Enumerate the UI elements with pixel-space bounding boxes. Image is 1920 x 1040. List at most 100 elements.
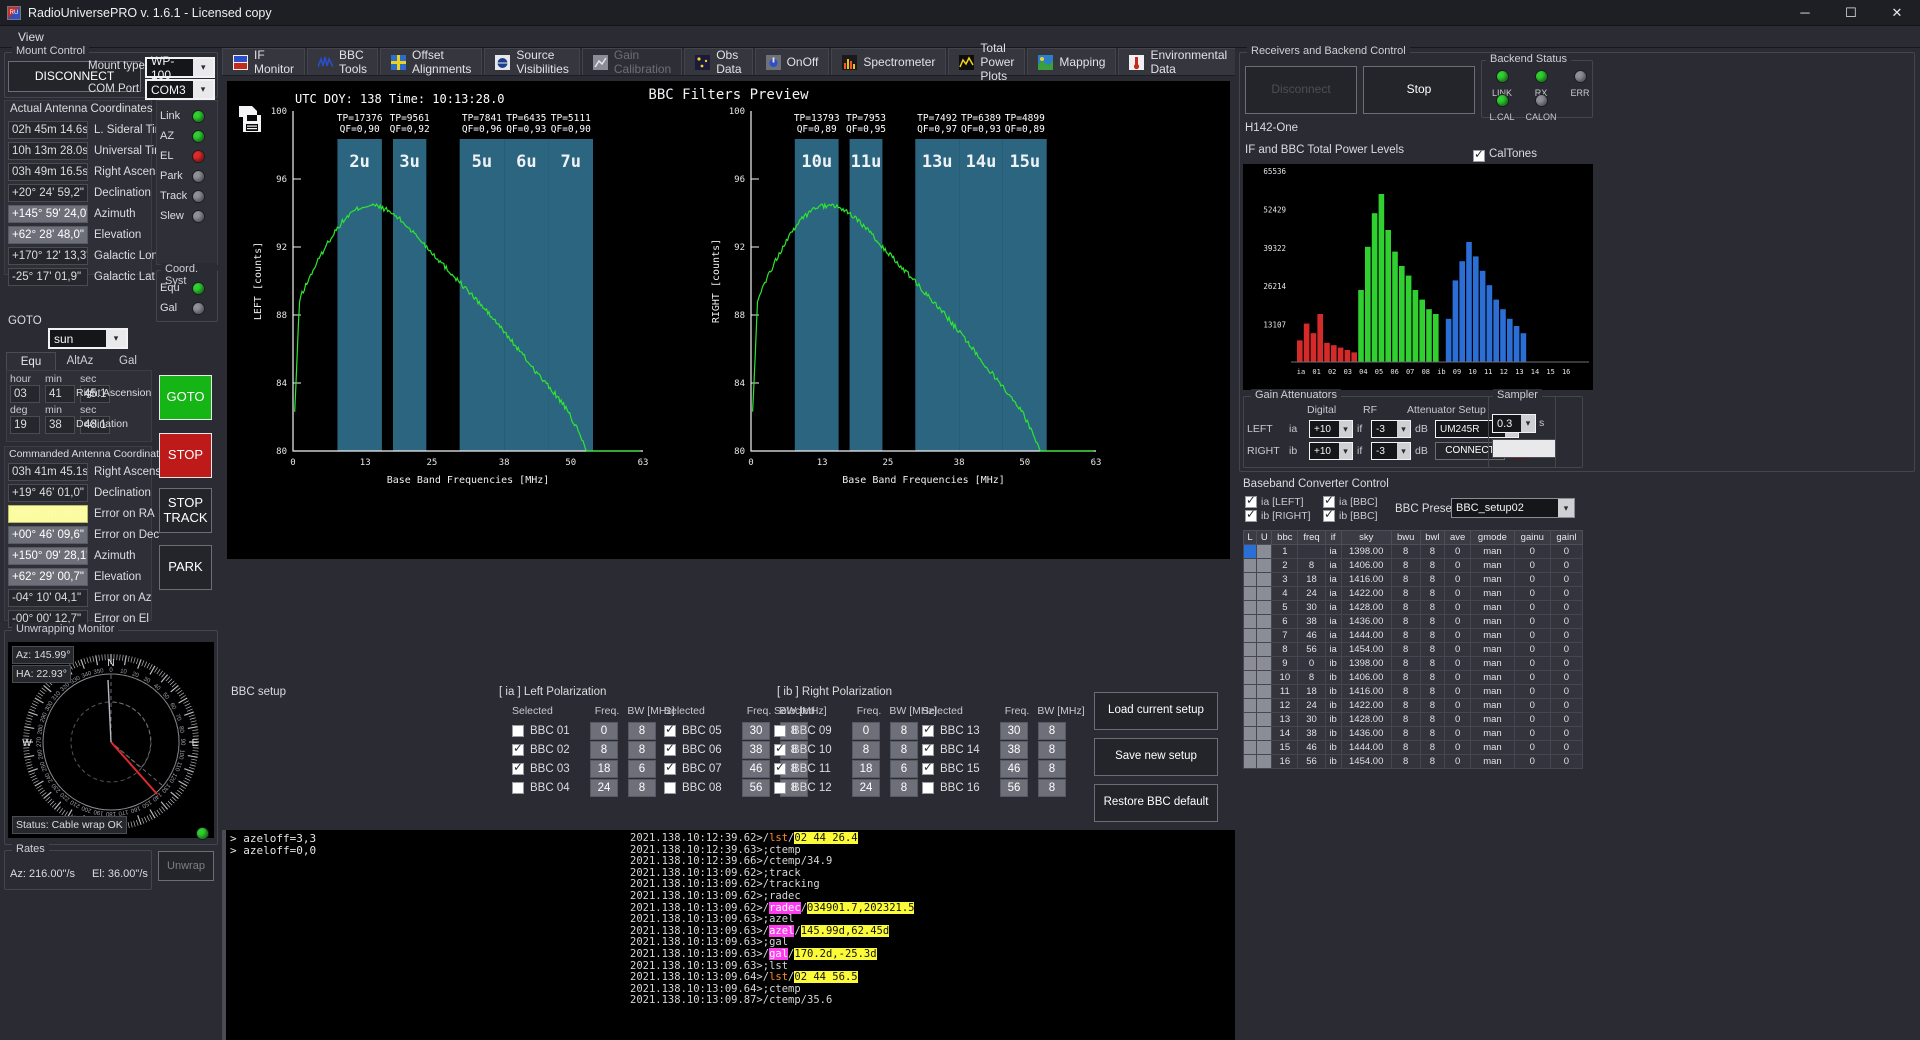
bbc-left-freq[interactable]: 56 xyxy=(742,778,770,797)
row-u-selector[interactable] xyxy=(1256,544,1273,559)
cell-bwu[interactable]: 8 xyxy=(1390,656,1421,671)
bbc-right-bw[interactable]: 6 xyxy=(890,759,918,778)
command-input-console[interactable]: > azeloff=3,3 > azeloff=0,0 xyxy=(222,830,626,1040)
cell-bbc[interactable]: 14 xyxy=(1271,726,1299,741)
bbc-left-freq[interactable]: 8 xyxy=(590,740,618,759)
cell-freq[interactable]: 46 xyxy=(1297,740,1326,755)
cell-bwl[interactable]: 8 xyxy=(1419,656,1446,671)
baseband-converter-table[interactable]: L Ubbc freq if sky bwu bwl ave gmode gainu gainl 1 i… xyxy=(1242,530,1584,769)
cell-bwl[interactable]: 8 xyxy=(1419,754,1446,769)
cell-gainu[interactable]: 0 xyxy=(1513,726,1551,741)
row-u-selector[interactable] xyxy=(1256,572,1273,587)
bbc-right-freq[interactable]: 18 xyxy=(852,759,880,778)
cell-gainl[interactable]: 0 xyxy=(1549,642,1584,657)
cell-bwl[interactable]: 8 xyxy=(1419,698,1446,713)
restore-bbc-default-button[interactable]: Restore BBC default xyxy=(1094,784,1218,822)
row-u-selector[interactable] xyxy=(1256,586,1273,601)
cell-gainu[interactable]: 0 xyxy=(1513,656,1551,671)
cell-bwu[interactable]: 8 xyxy=(1390,684,1421,699)
cell-freq[interactable]: 38 xyxy=(1297,726,1326,741)
backend-disconnect-button[interactable]: Disconnect xyxy=(1245,66,1357,114)
cell-bwl[interactable]: 8 xyxy=(1419,558,1446,573)
cell-if[interactable]: ia xyxy=(1324,600,1342,615)
row-u-selector[interactable] xyxy=(1256,712,1273,727)
goto-dec-input[interactable]: 19 xyxy=(10,416,40,434)
cell-gainl[interactable]: 0 xyxy=(1549,712,1584,727)
table-row[interactable]: 15 46 ib 1444.00 8 8 0 man 0 0 xyxy=(1242,740,1584,755)
row-u-selector[interactable] xyxy=(1256,656,1273,671)
tab-obs-data[interactable]: Obs Data xyxy=(684,48,753,76)
cell-gainl[interactable]: 0 xyxy=(1549,726,1584,741)
table-row[interactable]: 11 18 ib 1416.00 8 8 0 man 0 0 xyxy=(1242,684,1584,699)
cell-if[interactable]: ib xyxy=(1324,670,1342,685)
unwrap-button[interactable]: Unwrap xyxy=(158,851,214,881)
goto-ra-input[interactable]: 03 xyxy=(10,385,40,403)
cell-bbc[interactable]: 8 xyxy=(1271,642,1299,657)
cell-gmode[interactable]: man xyxy=(1470,628,1515,643)
bbc-right-checkbox[interactable] xyxy=(774,724,786,737)
cell-bwl[interactable]: 8 xyxy=(1419,642,1446,657)
bbc-right-checkbox[interactable] xyxy=(922,761,934,775)
cell-gmode[interactable]: man xyxy=(1470,754,1515,769)
cell-bbc[interactable]: 6 xyxy=(1271,614,1299,629)
cell-bwu[interactable]: 8 xyxy=(1390,572,1421,587)
bbc-right-checkbox[interactable] xyxy=(774,761,786,775)
table-row[interactable]: 4 24 ia 1422.00 8 8 0 man 0 0 xyxy=(1242,586,1584,601)
cell-bbc[interactable]: 1 xyxy=(1271,544,1299,559)
cell-ave[interactable]: 0 xyxy=(1444,754,1472,769)
bbc-right-freq[interactable]: 30 xyxy=(1000,721,1028,740)
bbc-right-bw[interactable]: 8 xyxy=(890,721,918,740)
cell-if[interactable]: ib xyxy=(1324,656,1342,671)
tab-spectrometer[interactable]: Spectrometer xyxy=(831,48,947,75)
cell-if[interactable]: ia xyxy=(1324,614,1342,629)
cell-ave[interactable]: 0 xyxy=(1444,698,1472,713)
table-row[interactable]: 1 ia 1398.00 8 8 0 man 0 0 xyxy=(1242,544,1584,559)
cell-if[interactable]: ia xyxy=(1324,642,1342,657)
cell-ave[interactable]: 0 xyxy=(1444,642,1472,657)
cell-gmode[interactable]: man xyxy=(1470,614,1515,629)
cell-ave[interactable]: 0 xyxy=(1444,656,1472,671)
save-document-icon[interactable] xyxy=(237,104,265,134)
cell-gainu[interactable]: 0 xyxy=(1513,544,1551,559)
goto-ra-input[interactable]: 41 xyxy=(45,385,75,403)
table-row[interactable]: 5 30 ia 1428.00 8 8 0 man 0 0 xyxy=(1242,600,1584,615)
bbc-left-checkbox[interactable] xyxy=(512,761,524,775)
bbc-right-freq[interactable]: 46 xyxy=(1000,759,1028,778)
cell-bwu[interactable]: 8 xyxy=(1390,586,1421,601)
gain-digital-select[interactable]: +10 ▾ xyxy=(1309,442,1353,460)
cell-if[interactable]: ia xyxy=(1324,558,1342,573)
cell-gainl[interactable]: 0 xyxy=(1549,600,1584,615)
table-row[interactable]: 14 38 ib 1436.00 8 8 0 man 0 0 xyxy=(1242,726,1584,741)
cell-bwl[interactable]: 8 xyxy=(1419,726,1446,741)
cell-gainu[interactable]: 0 xyxy=(1513,572,1551,587)
cell-bwu[interactable]: 8 xyxy=(1390,614,1421,629)
maximize-icon[interactable]: ☐ xyxy=(1828,0,1874,26)
bbc-left-checkbox[interactable] xyxy=(664,742,676,756)
cell-gainl[interactable]: 0 xyxy=(1549,558,1584,573)
cell-bbc[interactable]: 2 xyxy=(1271,558,1299,573)
cell-freq[interactable]: 46 xyxy=(1297,628,1326,643)
bbc-right-bw[interactable]: 8 xyxy=(1038,759,1066,778)
table-row[interactable]: 3 18 ia 1416.00 8 8 0 man 0 0 xyxy=(1242,572,1584,587)
cell-if[interactable]: ib xyxy=(1324,740,1342,755)
cell-gainu[interactable]: 0 xyxy=(1513,600,1551,615)
baseband-checkbox[interactable] xyxy=(1245,508,1257,522)
row-l-selector[interactable] xyxy=(1242,684,1258,699)
goto-button[interactable]: GOTO xyxy=(159,375,212,420)
cell-bwu[interactable]: 8 xyxy=(1390,642,1421,657)
bbc-left-freq[interactable]: 0 xyxy=(590,721,618,740)
cell-sky[interactable]: 1444.00 xyxy=(1340,740,1392,755)
cell-gainl[interactable]: 0 xyxy=(1549,670,1584,685)
bbc-right-bw[interactable]: 8 xyxy=(890,740,918,759)
cell-bwl[interactable]: 8 xyxy=(1419,670,1446,685)
cell-bwu[interactable]: 8 xyxy=(1390,544,1421,559)
row-l-selector[interactable] xyxy=(1242,572,1258,587)
tab-gal[interactable]: Gal xyxy=(104,352,152,371)
cell-sky[interactable]: 1406.00 xyxy=(1340,670,1392,685)
cell-ave[interactable]: 0 xyxy=(1444,544,1472,559)
row-l-selector[interactable] xyxy=(1242,698,1258,713)
cell-bbc[interactable]: 16 xyxy=(1271,754,1299,769)
cell-bbc[interactable]: 12 xyxy=(1271,698,1299,713)
row-l-selector[interactable] xyxy=(1242,600,1258,615)
cell-sky[interactable]: 1428.00 xyxy=(1340,600,1392,615)
